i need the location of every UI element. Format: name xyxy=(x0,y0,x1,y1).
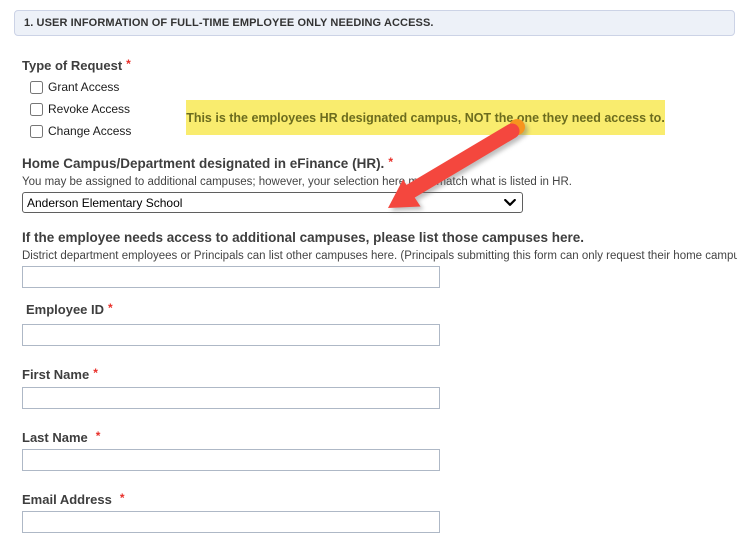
home-campus-label-text: Home Campus/Department designated in eFi… xyxy=(22,156,384,171)
home-campus-helper: You may be assigned to additional campus… xyxy=(22,176,572,188)
section-header: 1. USER INFORMATION OF FULL-TIME EMPLOYE… xyxy=(14,10,735,36)
required-asterisk: * xyxy=(108,301,113,315)
first-name-input[interactable] xyxy=(22,387,440,409)
home-campus-select-wrap: Anderson Elementary School xyxy=(22,192,523,213)
employee-id-label-text: Employee ID xyxy=(26,302,104,317)
type-of-request-label: Type of Request * xyxy=(22,58,131,73)
revoke-access-checkbox[interactable] xyxy=(30,103,43,116)
checkbox-row-revoke-access[interactable]: Revoke Access xyxy=(30,102,130,116)
additional-campuses-helper: District department employees or Princip… xyxy=(22,250,737,262)
grant-access-label: Grant Access xyxy=(48,80,119,94)
email-address-label: Email Address * xyxy=(22,492,125,507)
revoke-access-label: Revoke Access xyxy=(48,102,130,116)
last-name-label: Last Name * xyxy=(22,430,100,445)
first-name-label-text: First Name xyxy=(22,367,89,382)
hr-campus-note: This is the employees HR designated camp… xyxy=(186,100,665,135)
required-asterisk: * xyxy=(120,491,125,505)
required-asterisk: * xyxy=(96,429,101,443)
email-address-input[interactable] xyxy=(22,511,440,533)
required-asterisk: * xyxy=(93,366,98,380)
additional-campuses-label: If the employee needs access to addition… xyxy=(22,230,584,245)
required-asterisk: * xyxy=(388,155,393,169)
employee-id-label: Employee ID * xyxy=(26,302,113,317)
last-name-label-text: Last Name xyxy=(22,430,88,445)
home-campus-select[interactable]: Anderson Elementary School xyxy=(22,192,523,213)
checkbox-row-change-access[interactable]: Change Access xyxy=(30,124,131,138)
change-access-checkbox[interactable] xyxy=(30,125,43,138)
grant-access-checkbox[interactable] xyxy=(30,81,43,94)
first-name-label: First Name * xyxy=(22,367,98,382)
last-name-input[interactable] xyxy=(22,449,440,471)
employee-id-input[interactable] xyxy=(22,324,440,346)
type-of-request-label-text: Type of Request xyxy=(22,58,122,73)
additional-campuses-input[interactable] xyxy=(22,266,440,288)
home-campus-label: Home Campus/Department designated in eFi… xyxy=(22,156,393,171)
change-access-label: Change Access xyxy=(48,124,131,138)
access-request-form: 1. USER INFORMATION OF FULL-TIME EMPLOYE… xyxy=(0,0,737,541)
required-asterisk: * xyxy=(126,57,131,71)
checkbox-row-grant-access[interactable]: Grant Access xyxy=(30,80,119,94)
email-address-label-text: Email Address xyxy=(22,492,112,507)
